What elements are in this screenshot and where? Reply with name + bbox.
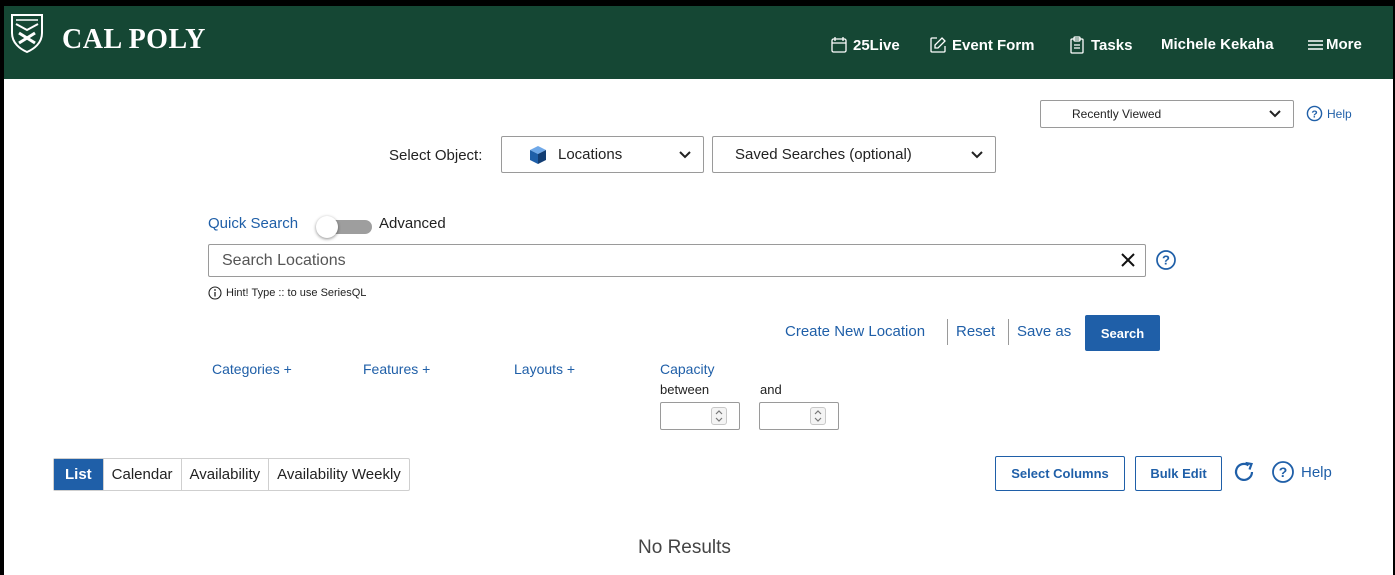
calendar-icon — [831, 37, 847, 53]
nav-25live-label: 25Live — [853, 36, 900, 54]
tab-availability[interactable]: Availability — [182, 459, 270, 490]
search-button[interactable]: Search — [1085, 315, 1160, 351]
stepper-arrows-icon[interactable] — [711, 407, 727, 425]
select-object-label: Select Object: — [389, 147, 483, 164]
svg-text:?: ? — [1162, 253, 1170, 268]
tab-calendar[interactable]: Calendar — [104, 459, 182, 490]
top-help-link[interactable]: ? Help — [1306, 105, 1352, 122]
layouts-filter-link[interactable]: Layouts + — [514, 361, 575, 377]
nav-more-label: More — [1326, 36, 1362, 53]
toolbar-help-label: Help — [1301, 463, 1332, 481]
saved-searches-select[interactable]: Saved Searches (optional) — [712, 136, 996, 173]
question-circle-icon: ? — [1272, 461, 1294, 483]
tab-list[interactable]: List — [54, 459, 104, 490]
view-tabs: List Calendar Availability Availability … — [53, 458, 410, 491]
user-name: Michele Kekaha — [1161, 36, 1274, 53]
nav-tasks-label: Tasks — [1091, 36, 1133, 54]
categories-filter-link[interactable]: Categories + — [212, 361, 292, 377]
object-type-select[interactable]: Locations — [501, 136, 704, 173]
clipboard-icon — [1070, 36, 1084, 54]
divider — [947, 319, 948, 345]
features-filter-link[interactable]: Features + — [363, 361, 430, 377]
divider — [1008, 319, 1009, 345]
search-help-question-icon[interactable]: ? — [1155, 249, 1177, 271]
reset-link[interactable]: Reset — [956, 323, 995, 340]
stepper-arrows-icon[interactable] — [810, 407, 826, 425]
capacity-max-stepper[interactable] — [759, 402, 839, 430]
capacity-filter-label: Capacity — [660, 361, 715, 377]
toolbar-help-link[interactable]: ? Help — [1271, 460, 1332, 484]
clear-x-icon[interactable] — [1120, 252, 1136, 268]
search-input[interactable] — [208, 244, 1146, 277]
page: CAL POLY 25Live Event Form Tasks Michele… — [4, 6, 1393, 575]
advanced-search-label[interactable]: Advanced — [379, 215, 446, 232]
brand-poly: POLY — [128, 24, 206, 55]
edit-icon — [930, 37, 946, 53]
nav-event-form-label: Event Form — [952, 36, 1035, 54]
hamburger-menu-icon — [1308, 39, 1323, 50]
nav-25live[interactable]: 25Live — [830, 36, 900, 54]
saved-searches-value: Saved Searches (optional) — [735, 146, 912, 163]
recently-viewed-value: Recently Viewed — [1072, 107, 1162, 121]
tab-availability-weekly[interactable]: Availability Weekly — [269, 459, 409, 490]
chevron-down-icon — [1269, 110, 1281, 118]
svg-text:?: ? — [1311, 109, 1317, 120]
brand-wordmark[interactable]: CAL POLY — [62, 24, 206, 56]
select-columns-button[interactable]: Select Columns — [995, 456, 1125, 491]
recently-viewed-select[interactable]: Recently Viewed — [1040, 100, 1294, 128]
info-circle-icon — [208, 286, 222, 300]
cal-poly-shield-logo-icon[interactable] — [10, 13, 44, 53]
toggle-knob — [316, 216, 338, 238]
nav-user-menu[interactable]: Michele Kekaha — [1161, 36, 1274, 53]
chevron-down-icon — [971, 150, 983, 158]
svg-text:?: ? — [1279, 464, 1288, 480]
seriesql-hint-text: Hint! Type :: to use SeriesQL — [226, 287, 367, 299]
create-new-location-link[interactable]: Create New Location — [785, 323, 925, 340]
capacity-between-label: between — [660, 382, 710, 397]
capacity-min-stepper[interactable] — [660, 402, 740, 430]
cube-icon — [530, 145, 546, 164]
question-circle-icon: ? — [1306, 105, 1323, 122]
nav-event-form[interactable]: Event Form — [929, 36, 1035, 54]
save-as-link[interactable]: Save as — [1017, 323, 1071, 340]
nav-tasks[interactable]: Tasks — [1068, 36, 1132, 54]
top-help-label: Help — [1327, 106, 1352, 121]
quick-search-label[interactable]: Quick Search — [208, 215, 298, 232]
object-type-value: Locations — [558, 146, 623, 163]
brand-cal: CAL — [62, 24, 122, 55]
bulk-edit-button[interactable]: Bulk Edit — [1135, 456, 1222, 491]
seriesql-hint: Hint! Type :: to use SeriesQL — [208, 286, 366, 300]
refresh-icon[interactable] — [1232, 460, 1256, 484]
search-mode-toggle[interactable] — [316, 216, 372, 238]
chevron-down-icon — [679, 150, 691, 158]
capacity-and-label: and — [760, 382, 782, 397]
top-navigation-bar: CAL POLY 25Live Event Form Tasks Michele… — [4, 6, 1393, 79]
no-results-message: No Results — [638, 537, 731, 558]
nav-more[interactable]: More — [1307, 36, 1362, 53]
